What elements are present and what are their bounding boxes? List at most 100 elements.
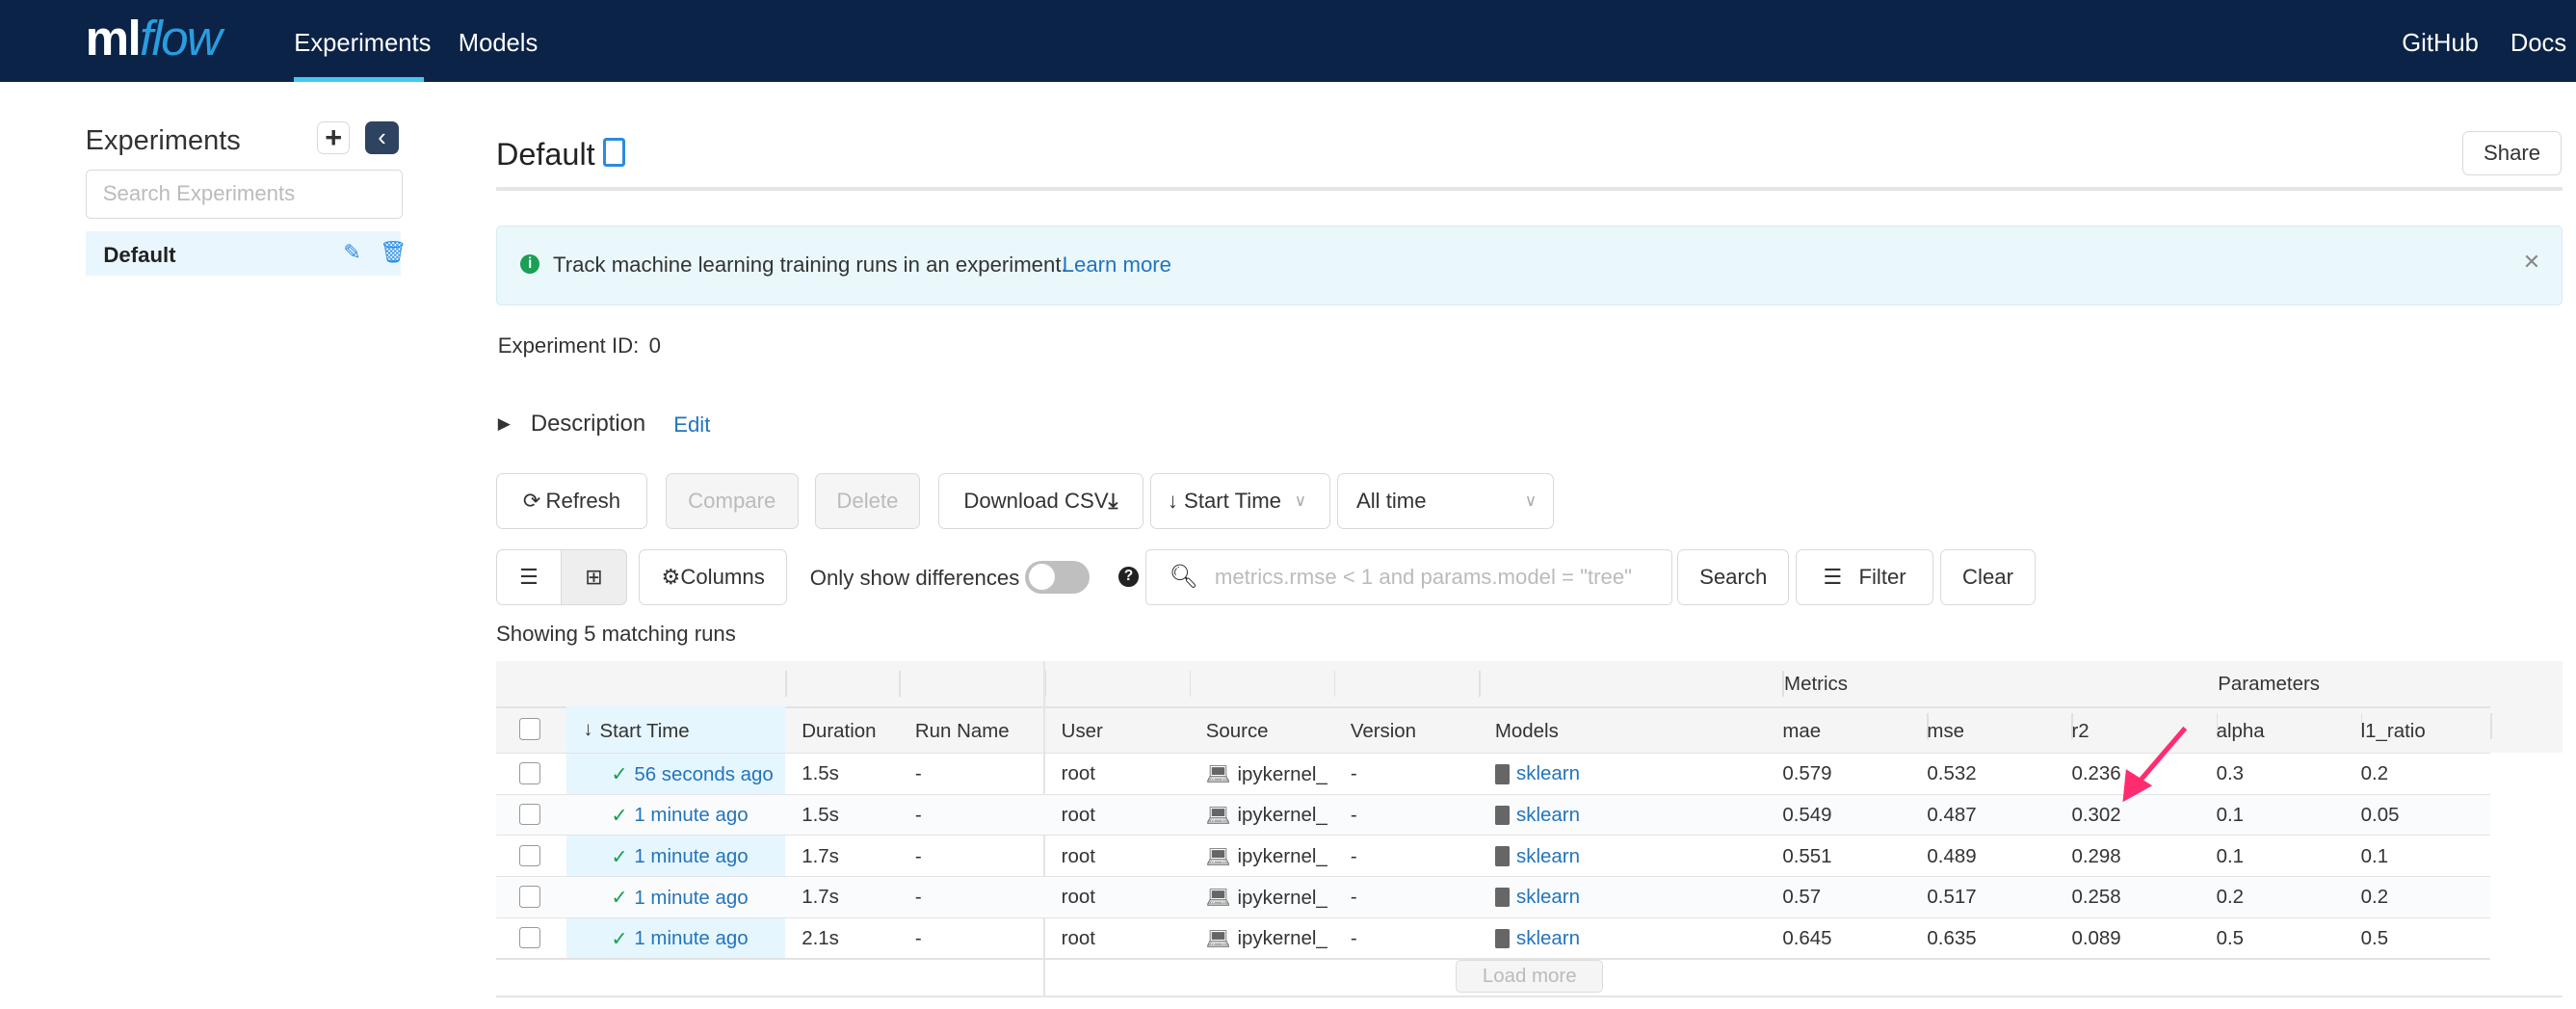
- column-header-source[interactable]: Source: [1206, 720, 1269, 743]
- edit-description-link[interactable]: Edit: [673, 412, 710, 438]
- tab-experiments[interactable]: Experiments: [294, 30, 431, 58]
- duration-value: 2.1s: [802, 926, 839, 949]
- info-icon: i: [519, 253, 540, 275]
- mse-value: 0.487: [1927, 803, 1977, 826]
- run_name-value: -: [914, 926, 922, 949]
- refresh-icon: ⟳: [522, 489, 541, 514]
- table-view-button[interactable]: ⊞: [560, 548, 628, 605]
- download-csv-button[interactable]: Download CSV ⤓: [937, 473, 1143, 530]
- compare-button[interactable]: Compare: [665, 473, 799, 530]
- table-row[interactable]: [496, 835, 2491, 876]
- version-value: -: [1350, 844, 1357, 867]
- version-value: -: [1350, 762, 1357, 785]
- cell-duration: 2.1s: [802, 927, 839, 950]
- help-icon[interactable]: ?: [1118, 567, 1139, 587]
- docs-link[interactable]: Docs: [2510, 30, 2566, 58]
- cell-source[interactable]: 💻︎ ipykernel_: [1206, 845, 1327, 869]
- column-header-models[interactable]: Models: [1495, 720, 1559, 743]
- experiment-id-value: 0: [648, 333, 661, 358]
- close-icon[interactable]: ✕: [2523, 250, 2541, 275]
- columns-button[interactable]: ⚙ Columns: [639, 548, 787, 605]
- success-icon: ✓: [611, 845, 628, 868]
- diff-toggle[interactable]: [1025, 560, 1090, 594]
- search-runs-input[interactable]: 🔍︎ metrics.rmse < 1 and params.model = "t…: [1144, 548, 1673, 605]
- edit-icon[interactable]: ✎: [343, 240, 361, 265]
- cell-user: root: [1062, 762, 1095, 785]
- cell-start[interactable]: ✓ 1 minute ago: [611, 845, 748, 869]
- sidebar-item-default[interactable]: Default ✎ 🗑: [85, 231, 407, 277]
- column-header-l1-ratio[interactable]: l1_ratio: [2361, 720, 2426, 743]
- cell-model[interactable]: sklearn: [1494, 926, 1580, 950]
- cell-model[interactable]: sklearn: [1494, 762, 1580, 785]
- table-row[interactable]: [496, 916, 2491, 959]
- column-header-mse[interactable]: mse: [1927, 720, 1964, 743]
- trash-icon[interactable]: 🗑: [380, 240, 407, 265]
- row-checkbox[interactable]: [518, 762, 541, 784]
- model-value: sklearn: [1516, 926, 1580, 949]
- cell-version: -: [1351, 762, 1357, 785]
- column-header-alpha[interactable]: alpha: [2217, 720, 2265, 743]
- learn-more-link[interactable]: Learn more: [1063, 252, 1171, 278]
- select-all-checkbox[interactable]: [518, 718, 541, 740]
- cell-source[interactable]: 💻︎ ipykernel_: [1206, 762, 1327, 786]
- row-checkbox[interactable]: [518, 926, 541, 949]
- cell-l1-ratio: 0.2: [2361, 762, 2388, 785]
- tab-models[interactable]: Models: [459, 30, 538, 58]
- cell-model[interactable]: sklearn: [1494, 845, 1580, 868]
- cell-user: root: [1062, 804, 1095, 827]
- row-checkbox[interactable]: [518, 886, 541, 908]
- search-experiments-input[interactable]: Search Experiments: [85, 169, 403, 219]
- column-header-run-name[interactable]: Run Name: [915, 720, 1010, 743]
- group-parameters: Parameters: [2218, 672, 2320, 695]
- cell-source[interactable]: 💻︎ ipykernel_: [1206, 804, 1327, 828]
- mae-value: 0.645: [1782, 926, 1832, 949]
- column-header-version[interactable]: Version: [1351, 720, 1416, 743]
- clear-button[interactable]: Clear: [1940, 548, 2036, 605]
- user-value: root: [1061, 762, 1095, 785]
- table-row[interactable]: [496, 875, 2491, 917]
- delete-button[interactable]: Delete: [814, 473, 921, 530]
- mlflow-logo[interactable]: mlflow: [86, 10, 223, 66]
- cell-start[interactable]: ✓ 56 seconds ago: [611, 762, 773, 786]
- load-more-button[interactable]: Load more: [1455, 959, 1604, 994]
- user-value: root: [1061, 886, 1095, 909]
- row-checkbox[interactable]: [518, 844, 541, 867]
- github-link[interactable]: GitHub: [2402, 30, 2479, 58]
- caret-right-icon[interactable]: ▶: [498, 414, 511, 434]
- add-experiment-button[interactable]: +: [317, 120, 351, 155]
- mae-value: 0.549: [1782, 803, 1832, 826]
- time-range-select[interactable]: All time ∨: [1337, 473, 1555, 530]
- model-value: sklearn: [1516, 886, 1580, 909]
- cell-mae: 0.57: [1782, 886, 1821, 909]
- alert-text: Track machine learning training runs in …: [552, 252, 1067, 277]
- column-header-start-time[interactable]: Start Time: [599, 720, 689, 743]
- cell-source[interactable]: 💻︎ ipykernel_: [1206, 927, 1327, 951]
- copy-icon[interactable]: [602, 138, 625, 168]
- cell-l1-ratio: 0.5: [2361, 927, 2388, 950]
- divider: [496, 187, 2563, 191]
- experiment-name: Default: [103, 243, 176, 268]
- collapse-sidebar-button[interactable]: ‹: [364, 121, 400, 155]
- column-header-user[interactable]: User: [1062, 720, 1103, 743]
- cell-model[interactable]: sklearn: [1494, 804, 1580, 827]
- column-header-r2[interactable]: r2: [2071, 720, 2089, 743]
- column-header-duration[interactable]: Duration: [802, 720, 876, 743]
- sort-select[interactable]: ↓ Start Time ∨: [1149, 473, 1331, 530]
- cell-start[interactable]: ✓ 1 minute ago: [611, 886, 748, 910]
- cell-source[interactable]: 💻︎ ipykernel_: [1206, 886, 1327, 910]
- share-button[interactable]: Share: [2462, 131, 2562, 176]
- laptop-icon: 💻︎: [1205, 804, 1231, 827]
- search-placeholder: metrics.rmse < 1 and params.model = "tre…: [1214, 564, 1633, 589]
- sidebar-title: Experiments: [85, 124, 241, 156]
- column-header-mae[interactable]: mae: [1782, 720, 1821, 743]
- cell-start[interactable]: ✓ 1 minute ago: [611, 927, 748, 951]
- filter-button[interactable]: ☰ Filter: [1796, 548, 1934, 605]
- cell-start[interactable]: ✓ 1 minute ago: [611, 804, 748, 828]
- refresh-button[interactable]: ⟳ Refresh: [496, 473, 647, 530]
- row-checkbox[interactable]: [518, 803, 541, 826]
- cell-model[interactable]: sklearn: [1494, 886, 1580, 909]
- description-toggle[interactable]: Description: [531, 411, 645, 438]
- list-view-button[interactable]: ☰: [496, 548, 563, 605]
- cell-r2: 0.258: [2071, 886, 2120, 909]
- search-button[interactable]: Search: [1677, 548, 1790, 605]
